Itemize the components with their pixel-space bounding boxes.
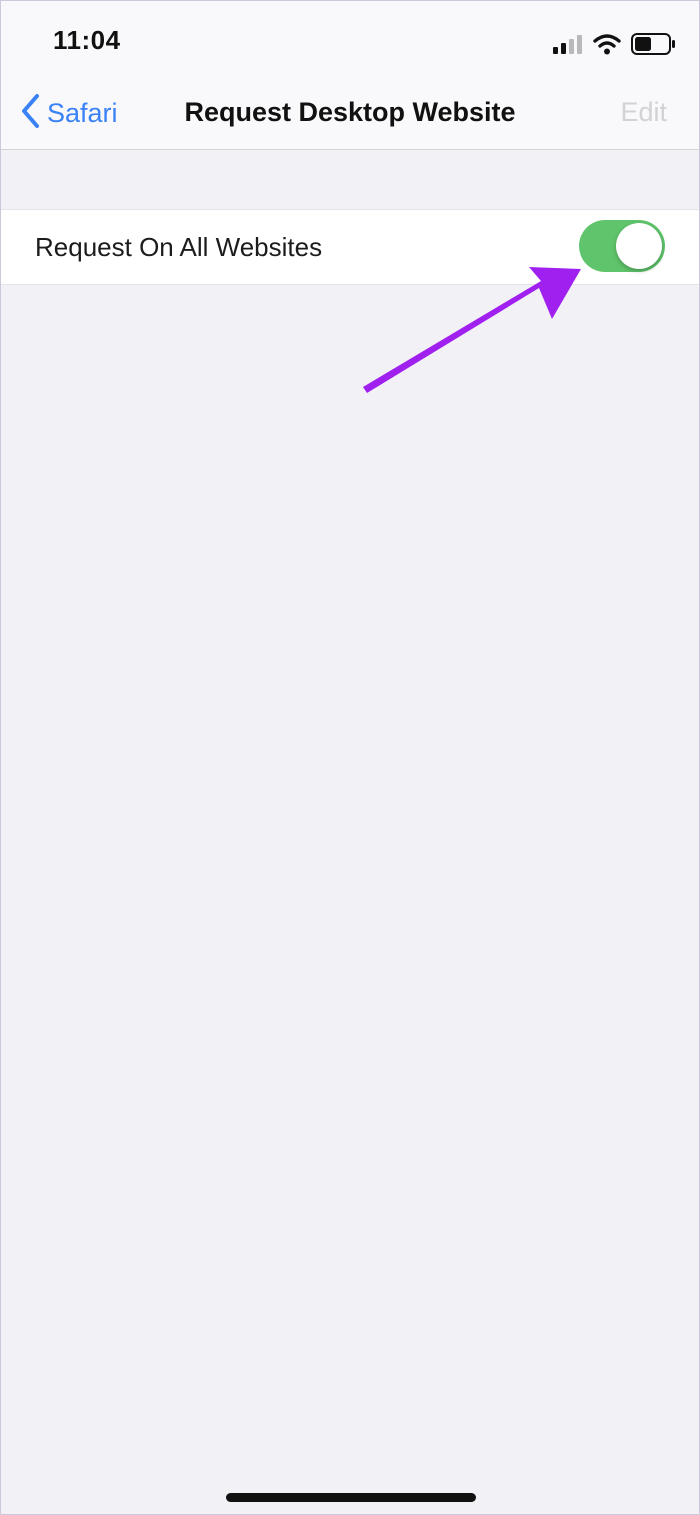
status-time: 11:04 xyxy=(53,25,121,55)
battery-icon xyxy=(631,33,677,55)
page-title: Request Desktop Website xyxy=(184,97,516,127)
status-bar: 11:04 xyxy=(1,1,699,83)
wifi-icon xyxy=(593,33,621,55)
toggle-knob xyxy=(616,223,662,269)
setting-label: Request On All Websites xyxy=(35,232,323,262)
settings-group: Request On All Websites xyxy=(1,209,699,285)
status-icons xyxy=(553,29,677,59)
cellular-signal-icon xyxy=(553,34,583,54)
home-indicator xyxy=(226,1493,476,1502)
request-all-websites-toggle[interactable] xyxy=(579,220,665,272)
screen: 11:04 Safari Request Desktop Website Edi… xyxy=(0,0,700,1515)
edit-button[interactable]: Edit xyxy=(620,97,667,128)
navigation-bar: Safari Request Desktop Website Edit xyxy=(1,83,699,150)
